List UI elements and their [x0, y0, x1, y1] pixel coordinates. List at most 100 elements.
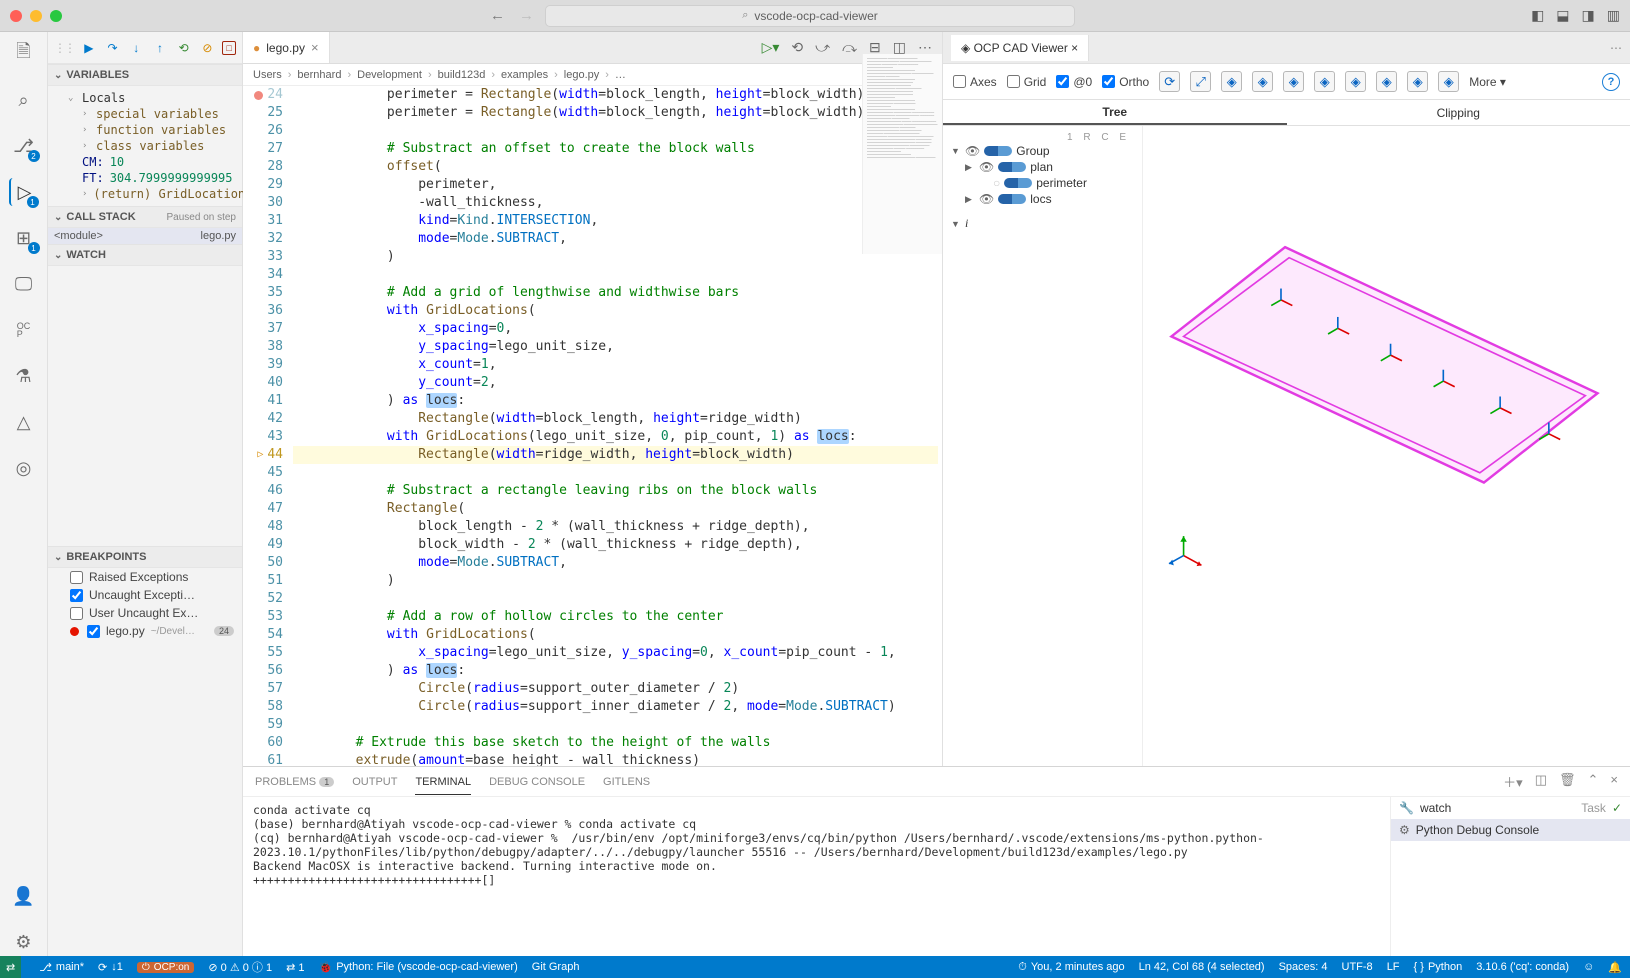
var-ft[interactable]: FT: 304.7999999999995 — [48, 170, 242, 186]
bottom-view-icon[interactable]: ◈ — [1345, 71, 1366, 92]
tree-info[interactable]: ▼i — [951, 215, 1134, 232]
debug-skip-icon[interactable]: ⤻ — [815, 39, 830, 56]
tree-tab[interactable]: Tree — [943, 100, 1287, 125]
terminal-python-debug[interactable]: ⚙Python Debug Console — [1391, 819, 1630, 841]
sb-position[interactable]: Ln 42, Col 68 (4 selected) — [1139, 961, 1265, 974]
sb-branch[interactable]: ⎇ main* — [39, 961, 84, 974]
kill-terminal-icon[interactable]: 🗑 — [1559, 772, 1576, 791]
new-terminal-icon[interactable]: ＋▾ — [1503, 772, 1523, 791]
sb-language[interactable]: { } Python — [1414, 961, 1463, 974]
more-dropdown[interactable]: More ▾ — [1469, 75, 1506, 89]
breadcrumb-segment[interactable]: Users — [253, 69, 282, 81]
breadcrumb-segment[interactable]: bernhard — [297, 69, 341, 81]
breadcrumb-segment[interactable]: … — [615, 69, 626, 81]
watch-area[interactable] — [48, 266, 242, 546]
bp-user-checkbox[interactable] — [70, 607, 83, 620]
locals-node[interactable]: ⌄Locals — [48, 90, 242, 106]
tree-group[interactable]: ▼👁Group — [951, 143, 1134, 159]
bp-raised-checkbox[interactable] — [70, 571, 83, 584]
special-vars-node[interactable]: ›special variables — [48, 106, 242, 122]
sb-ocp[interactable]: ⏻ OCP:on — [137, 962, 195, 973]
problems-tab[interactable]: PROBLEMS 1 — [255, 776, 334, 788]
ocp-icon[interactable]: OCP — [10, 316, 38, 344]
bp-user[interactable]: User Uncaught Ex… — [48, 604, 242, 622]
tab-lego[interactable]: ● lego.py × — [243, 32, 330, 63]
top-view-icon[interactable]: ◈ — [1314, 71, 1335, 92]
tree-locs[interactable]: ▶👁locs — [951, 191, 1134, 207]
settings-gear-icon[interactable]: ⚙ — [10, 928, 38, 956]
debug-next-icon[interactable]: ⤼ — [842, 39, 857, 56]
tab-close-icon[interactable]: × — [311, 40, 319, 55]
debug-step-icon[interactable]: ⟲ — [791, 39, 803, 56]
cad-canvas[interactable] — [1143, 126, 1630, 766]
function-vars-node[interactable]: ›function variables — [48, 122, 242, 138]
window-close-button[interactable] — [10, 10, 22, 22]
return-node[interactable]: ›(return) GridLocations. — [48, 186, 242, 202]
left-view-icon[interactable]: ◈ — [1376, 71, 1397, 92]
callstack-section[interactable]: ⌄CALL STACKPaused on step — [48, 206, 242, 228]
search-activity-icon[interactable]: ⌕ — [10, 86, 38, 114]
explorer-icon[interactable]: 🗎 — [10, 40, 38, 68]
minimap[interactable]: ▬▬▬▬▬▬▬▬▬▬ ▬▬▬▬▬▬▬▬▬▬▬▬▬▬▬ ▬▬▬▬▬▬▬▬▬▬▬▬▬… — [862, 54, 942, 254]
axes-checkbox[interactable]: Axes — [953, 75, 997, 89]
at0-checkbox[interactable]: @0 — [1056, 75, 1092, 89]
bp-lego-checkbox[interactable] — [87, 625, 100, 638]
breadcrumb-segment[interactable]: examples — [501, 69, 548, 81]
back-view-icon[interactable]: ◈ — [1283, 71, 1304, 92]
sb-eol[interactable]: LF — [1387, 961, 1400, 974]
sb-launch[interactable]: 🐞 Python: File (vscode-ocp-cad-viewer) — [318, 961, 517, 974]
breadcrumb-segment[interactable]: Development — [357, 69, 422, 81]
step-into-button[interactable]: ↓ — [127, 39, 145, 57]
class-vars-node[interactable]: ›class variables — [48, 138, 242, 154]
accounts-icon[interactable]: 👤 — [10, 882, 38, 910]
command-center[interactable]: ⌕ vscode-ocp-cad-viewer — [545, 5, 1075, 27]
layout-customize-icon[interactable]: ▥ — [1607, 7, 1620, 24]
run-button[interactable]: ▷▾ — [762, 39, 780, 56]
terminal-output[interactable]: conda activate cq (base) bernhard@Atiyah… — [243, 797, 1390, 956]
front-view-icon[interactable]: ◈ — [1252, 71, 1273, 92]
breakpoints-section[interactable]: ⌄BREAKPOINTS — [48, 546, 242, 568]
var-cm[interactable]: CM: 10 — [48, 154, 242, 170]
sb-diagnostics[interactable]: ⊘ 0 ⚠ 0 ⓘ 1 — [208, 959, 272, 975]
bp-lego[interactable]: lego.py~/Devel…24 — [48, 622, 242, 640]
pause2-button[interactable]: ⊘ — [199, 39, 217, 57]
scm-icon[interactable]: ⎇2 — [10, 132, 38, 160]
gitlens-tab[interactable]: GITLENS — [603, 776, 650, 788]
refresh-icon[interactable]: ⟳ — [1159, 71, 1180, 92]
side-view-icon[interactable]: ◈ — [1438, 71, 1459, 92]
bp-raised[interactable]: Raised Exceptions — [48, 568, 242, 586]
tree-plan[interactable]: ▶👁plan — [951, 159, 1134, 175]
sb-blame[interactable]: ⏱ You, 2 minutes ago — [1018, 961, 1124, 974]
extensions-icon[interactable]: ⊞1 — [10, 224, 38, 252]
nav-forward-icon[interactable]: → — [519, 7, 534, 24]
tree-perimeter[interactable]: ○perimeter — [951, 175, 1134, 191]
tab-close-icon[interactable]: × — [1071, 41, 1078, 55]
stop-button[interactable]: □ — [222, 41, 236, 55]
variables-section[interactable]: ⌄VARIABLES — [48, 64, 242, 86]
beaker-icon[interactable]: △ — [10, 408, 38, 436]
sb-gitgraph[interactable]: Git Graph — [532, 961, 580, 973]
grid-checkbox[interactable]: Grid — [1007, 75, 1047, 89]
right-view-icon[interactable]: ◈ — [1407, 71, 1428, 92]
output-tab[interactable]: OUTPUT — [352, 776, 397, 788]
fit-icon[interactable]: ⤢ — [1190, 71, 1211, 92]
maximize-panel-icon[interactable]: ⌃ — [1588, 772, 1599, 791]
remote-indicator[interactable]: ⇄ — [0, 956, 21, 978]
window-maximize-button[interactable] — [50, 10, 62, 22]
clipping-tab[interactable]: Clipping — [1287, 100, 1630, 125]
layout-left-icon[interactable]: ◧ — [1531, 7, 1544, 24]
window-minimize-button[interactable] — [30, 10, 42, 22]
more-icon[interactable]: ⋯ — [1610, 41, 1622, 55]
nav-back-icon[interactable]: ← — [490, 7, 505, 24]
target-icon[interactable]: ◎ — [10, 454, 38, 482]
watch-section[interactable]: ⌄WATCH — [48, 244, 242, 266]
sb-interpreter[interactable]: 3.10.6 ('cq': conda) — [1476, 961, 1569, 974]
iso-view-icon[interactable]: ◈ — [1221, 71, 1242, 92]
breadcrumb[interactable]: Users›bernhard›Development›build123d›exa… — [243, 64, 942, 86]
sb-bell-icon[interactable]: 🔔 — [1608, 961, 1622, 974]
code-editor[interactable]: 2425262728293031323334353637383940414243… — [243, 86, 942, 766]
sb-encoding[interactable]: UTF-8 — [1342, 961, 1373, 974]
breadcrumb-segment[interactable]: build123d — [438, 69, 486, 81]
close-panel-icon[interactable]: × — [1610, 772, 1618, 791]
remote-icon[interactable]: 🖵 — [10, 270, 38, 298]
